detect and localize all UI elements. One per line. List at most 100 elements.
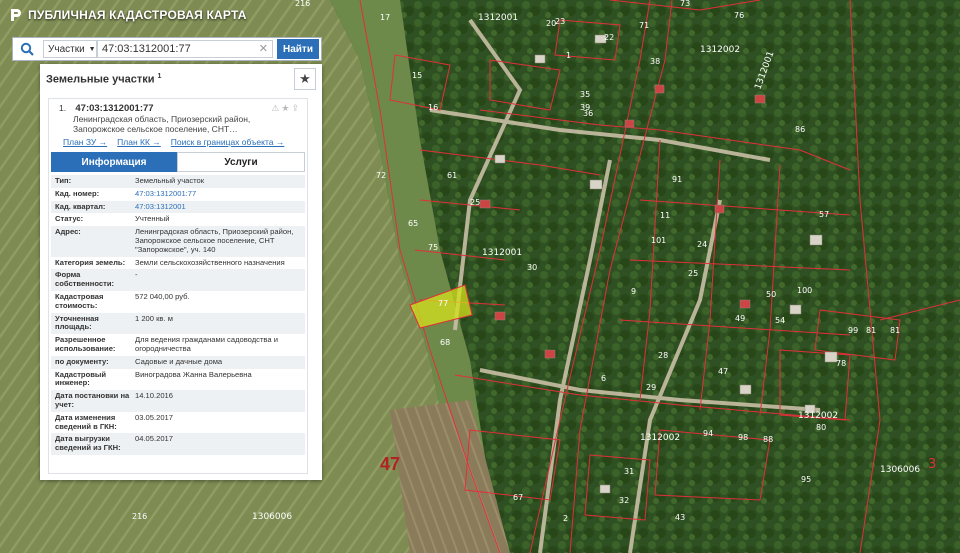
info-row-key: Дата выгрузки сведений из ГКН: <box>55 434 121 453</box>
find-button[interactable]: Найти <box>277 39 319 59</box>
info-row-key: Разрешенное использование: <box>55 335 116 353</box>
info-row-value[interactable]: 47:03:1312001:77 <box>135 189 305 199</box>
card-action-icons: ⚠★⇪ <box>271 103 301 114</box>
search-input-wrap: ✕ <box>97 40 273 58</box>
info-row-value[interactable]: 47:03:1312001 <box>135 202 305 212</box>
parcel-label: 86 <box>795 125 805 134</box>
info-row-key: Кад. квартал: <box>55 201 106 211</box>
parcel-card: 1. 47:03:1312001:77 Ленинградская област… <box>48 98 308 474</box>
quarter-label: 1312001 <box>478 13 518 23</box>
info-row: Дата выгрузки сведений из ГКН: 04.05.2017 <box>51 433 305 455</box>
clear-icon[interactable]: ✕ <box>259 42 268 55</box>
info-row-value: Для ведения гражданами садоводства и ого… <box>135 335 278 353</box>
parcel-label: 30 <box>527 263 537 272</box>
info-row: Кад. квартал: 47:03:1312001 <box>51 200 305 214</box>
parcel-label: 88 <box>763 435 773 444</box>
quarter-label: 1312002 <box>798 411 838 421</box>
parcel-label: 16 <box>428 103 438 112</box>
parcel-label: 36 <box>583 109 593 118</box>
parcel-label: 73 <box>680 0 690 8</box>
info-row: Тип: Земельный участок <box>51 175 305 188</box>
info-row: Статус: Учтенный <box>51 213 305 226</box>
card-tabs: Информация Услуги <box>51 152 305 172</box>
search-bar: Участки ▼ ✕ Найти <box>12 37 322 61</box>
info-row: Кадастровая стоимость: 572 040,00 руб. <box>51 291 305 313</box>
info-row: Форма собственности: - <box>51 269 305 291</box>
card-cad-number[interactable]: 47:03:1312001:77 <box>75 103 153 114</box>
card-address-line2: Запорожское сельское поселение, СНТ… <box>73 124 238 134</box>
warning-icon[interactable]: ⚠ <box>271 103 281 113</box>
chevron-down-icon: ▼ <box>88 45 96 53</box>
search-mode-value: Участки <box>48 43 85 55</box>
parcel-label: 77 <box>438 299 448 308</box>
card-index: 1. <box>59 103 67 113</box>
parcel-label: 100 <box>797 286 812 295</box>
district-label: 47 <box>380 454 400 474</box>
parcel-label: 2 <box>563 514 568 523</box>
info-row-value: Садовые и дачные дома <box>135 356 223 366</box>
info-row: Адрес: Ленинградская область, Приозерский… <box>51 226 305 257</box>
parcel-label: 65 <box>408 219 418 228</box>
parcel-label: 38 <box>650 57 660 66</box>
parcel-label: 31 <box>624 467 634 476</box>
info-row-key: по документу: <box>55 356 109 366</box>
info-row: Дата изменения сведений в ГКН: 03.05.2017 <box>51 412 305 434</box>
star-icon[interactable]: ★ <box>281 103 291 113</box>
link-plan-zu[interactable]: План ЗУ → <box>63 137 107 147</box>
parcel-label: 15 <box>412 71 422 80</box>
info-row-value: 04.05.2017 <box>135 434 174 444</box>
quarter-label: 1306006 <box>252 512 292 522</box>
parcel-label: 23 <box>555 17 565 26</box>
quarter-label: 1312002 <box>640 433 680 443</box>
info-row: Разрешенное использование: Для ведения гр… <box>51 334 305 356</box>
search-mode-select[interactable]: Участки ▼ <box>43 40 97 58</box>
info-row-key: Форма собственности: <box>55 270 115 289</box>
info-row-value: Учтенный <box>135 214 170 224</box>
results-panel: Земельные участки 1 ★ 1. 47:03:1312001:7… <box>40 64 322 480</box>
info-row-key: Уточненная площадь: <box>55 313 99 332</box>
favorite-button[interactable]: ★ <box>294 68 316 90</box>
share-icon[interactable]: ⇪ <box>291 103 301 113</box>
panel-header: Земельные участки 1 ★ <box>40 64 322 94</box>
quarter-label: 1306006 <box>880 465 920 475</box>
parcel-label: 57 <box>819 210 829 219</box>
panel-title: Земельные участки 1 <box>46 73 161 86</box>
parcel-label: 43 <box>675 513 685 522</box>
search-icon[interactable] <box>13 38 41 60</box>
parcel-label: 47 <box>718 367 728 376</box>
parcel-label: 50 <box>766 290 776 299</box>
info-row-key: Дата изменения сведений в ГКН: <box>55 412 117 431</box>
info-table: Тип: Земельный участок Кад. номер: 47:03:13… <box>51 175 305 455</box>
tab-information[interactable]: Информация <box>51 152 177 172</box>
panel-title-text: Земельные участки <box>46 73 155 86</box>
parcel-label: 76 <box>734 11 744 20</box>
info-row-value: 1 200 кв. м <box>135 313 173 323</box>
info-row-value: 03.05.2017 <box>135 412 174 422</box>
info-row-key: Кадастровый инженер: <box>55 369 107 388</box>
link-plan-kk[interactable]: План КК → <box>117 137 161 147</box>
info-row-value: Виноградова Жанна Валерьевна <box>135 369 252 379</box>
quarter-label: 1312001 <box>482 248 522 258</box>
info-row-value: 14.10.2016 <box>135 391 174 401</box>
info-row-key: Тип: <box>55 176 72 185</box>
link-search-in-bounds[interactable]: Поиск в границах объекта → <box>171 137 285 147</box>
parcel-label: 95 <box>801 475 811 484</box>
parcel-label: 68 <box>440 338 450 347</box>
parcel-label: 61 <box>447 171 457 180</box>
parcel-label: 24 <box>697 240 707 249</box>
parcel-label: 17 <box>380 13 390 22</box>
parcel-label: 98 <box>738 433 748 442</box>
parcel-label: 6 <box>601 374 606 383</box>
info-row-key: Категория земель: <box>55 257 126 267</box>
star-icon: ★ <box>299 71 311 86</box>
tab-services[interactable]: Услуги <box>177 152 305 172</box>
parcel-label: 78 <box>836 359 846 368</box>
parcel-label: 35 <box>580 90 590 99</box>
search-input[interactable] <box>97 40 273 58</box>
parcel-label: 101 <box>651 236 666 245</box>
parcel-label: 91 <box>672 175 682 184</box>
info-row-key: Кад. номер: <box>55 188 100 198</box>
parcel-label: 99 <box>848 326 858 335</box>
parcel-label: 25 <box>688 269 698 278</box>
parcel-label: 25 <box>470 198 480 207</box>
